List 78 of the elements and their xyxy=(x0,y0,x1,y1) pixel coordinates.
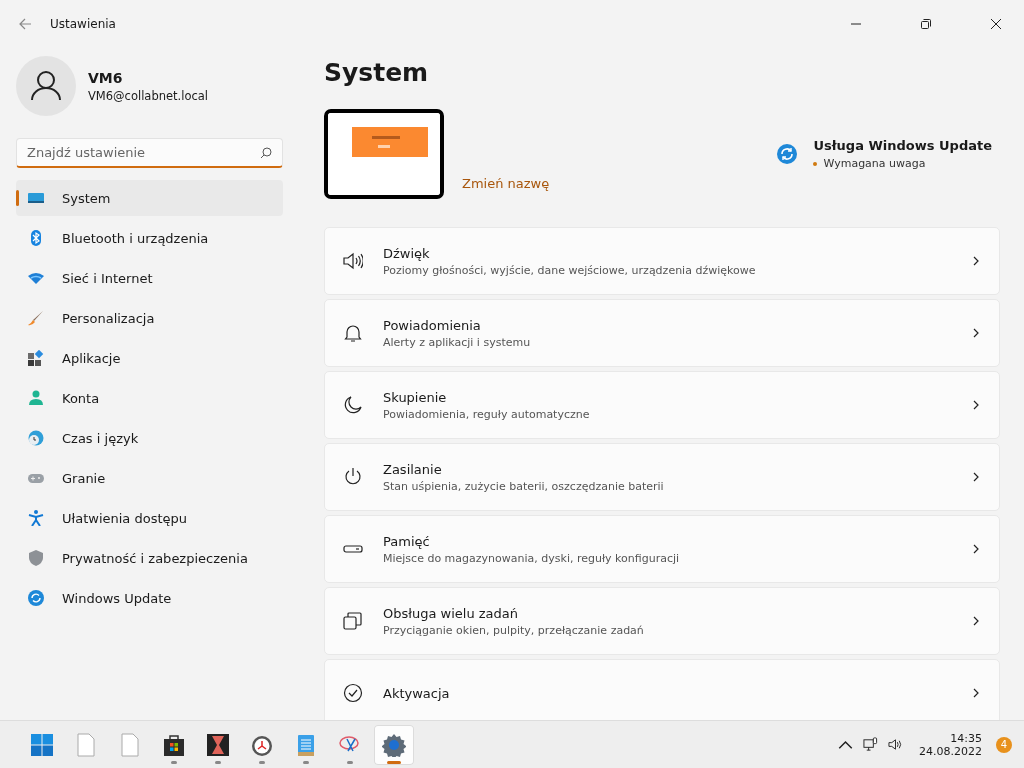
card-description: Przyciąganie okien, pulpity, przełączanie zadań xyxy=(383,623,645,637)
speaker-icon[interactable] xyxy=(888,737,903,752)
nav-item[interactable]: Konta xyxy=(16,380,283,416)
chevron-icon xyxy=(973,256,979,266)
moon-icon xyxy=(343,395,363,415)
speaker-icon xyxy=(343,251,363,271)
card-title: Skupienie xyxy=(383,389,448,405)
settings-card[interactable]: Skupienie Powiadomienia, reguły automatyczne xyxy=(324,371,1000,439)
network-icon[interactable] xyxy=(863,737,878,752)
nav-item[interactable]: Prywatność i zabezpieczenia xyxy=(16,540,283,576)
wifi-icon xyxy=(28,270,44,286)
back-icon[interactable] xyxy=(18,17,32,31)
nav-item[interactable]: Czas i język xyxy=(16,420,283,456)
chevron-icon xyxy=(973,616,979,626)
status-dot xyxy=(813,161,818,166)
document-icon xyxy=(118,732,142,757)
settings-card[interactable]: Zasilanie Stan uśpienia, zużycie baterii, oszczędzanie baterii xyxy=(324,443,1000,511)
rename-link[interactable]: Zmień nazwę xyxy=(462,176,550,191)
document-icon xyxy=(74,732,98,757)
card-description: Stan uśpienia, zużycie baterii, oszczędzanie baterii xyxy=(383,479,665,493)
settings-card[interactable]: Powiadomienia Alerty z aplikacji i systemu xyxy=(324,299,1000,367)
page-title: System xyxy=(324,58,430,87)
card-title: Pamięć xyxy=(383,533,431,549)
windows-stack-icon xyxy=(343,611,363,631)
hourglass-app-icon xyxy=(206,732,230,757)
bell-icon xyxy=(343,323,363,343)
update-title[interactable]: Usługa Windows Update xyxy=(813,138,992,153)
window-title: Ustawienia xyxy=(50,17,116,31)
chevron-icon xyxy=(973,400,979,410)
brush-icon xyxy=(28,310,44,326)
apps-icon xyxy=(28,350,44,366)
nav-item[interactable]: Sieć i Internet xyxy=(16,260,283,296)
nav-item[interactable]: Windows Update xyxy=(16,580,283,616)
shield-icon xyxy=(28,550,44,566)
card-title: Powiadomienia xyxy=(383,317,482,333)
clock[interactable]: 14:35 24.08.2022 xyxy=(919,731,982,758)
settings-card[interactable]: Pamięć Miejsce do magazynowania, dyski, reguły konfiguracji xyxy=(324,515,1000,583)
monitor-icon xyxy=(28,190,44,206)
sync-icon xyxy=(777,144,798,164)
card-description: Poziomy głośności, wyjście, dane wejściowe, urządzenia dźwiękowe xyxy=(383,263,757,277)
check-circle-icon xyxy=(343,683,363,703)
card-description: Miejsce do magazynowania, dyski, reguły konfiguracji xyxy=(383,551,681,565)
account-name: VM6 xyxy=(88,69,124,86)
nav-item[interactable]: Ułatwienia dostępu xyxy=(16,500,283,536)
chevron-icon xyxy=(973,544,979,554)
chevron-icon xyxy=(973,472,979,482)
card-title: Aktywacja xyxy=(383,685,451,701)
nav-item[interactable]: Personalizacja xyxy=(16,300,283,336)
avatar-icon[interactable] xyxy=(16,56,76,116)
update-status: Wymagana uwaga xyxy=(823,157,926,170)
bluetooth-icon xyxy=(28,230,44,246)
settings-card[interactable]: Aktywacja xyxy=(324,659,1000,720)
card-title: Zasilanie xyxy=(383,461,443,477)
account-email: VM6@collabnet.local xyxy=(88,88,209,103)
search-field[interactable]: Znajdź ustawienie xyxy=(16,138,283,168)
search-icon xyxy=(260,147,272,159)
chevron-icon xyxy=(973,688,979,698)
time-text: 14:35 xyxy=(950,731,982,745)
nav-item[interactable]: Granie xyxy=(16,460,283,496)
settings-card[interactable]: Dźwięk Poziomy głośności, wyjście, dane wejściowe, urządzenia dźwiękowe xyxy=(324,227,1000,295)
card-title: Obsługa wielu zadań xyxy=(383,605,519,621)
gear-icon xyxy=(382,732,406,757)
accessibility-icon xyxy=(28,510,44,526)
card-description: Powiadomienia, reguły automatyczne xyxy=(383,407,591,421)
chevron-icon xyxy=(973,328,979,338)
sync-icon xyxy=(28,590,44,606)
settings-card[interactable]: Obsługa wielu zadań Przyciąganie okien, pulpity, przełączanie zadań xyxy=(324,587,1000,655)
date-text: 24.08.2022 xyxy=(919,744,982,758)
windows-logo-icon xyxy=(30,732,54,757)
person-icon xyxy=(28,390,44,406)
card-description: Alerty z aplikacji i systemu xyxy=(383,335,532,349)
card-title: Dźwięk xyxy=(383,245,431,261)
power-icon xyxy=(343,467,363,487)
globe-clock-icon xyxy=(28,430,44,446)
nav-item[interactable]: System xyxy=(16,180,283,216)
nav-item[interactable]: Aplikacje xyxy=(16,340,283,376)
nav-item[interactable]: Bluetooth i urządzenia xyxy=(16,220,283,256)
store-bag-icon xyxy=(162,732,186,757)
